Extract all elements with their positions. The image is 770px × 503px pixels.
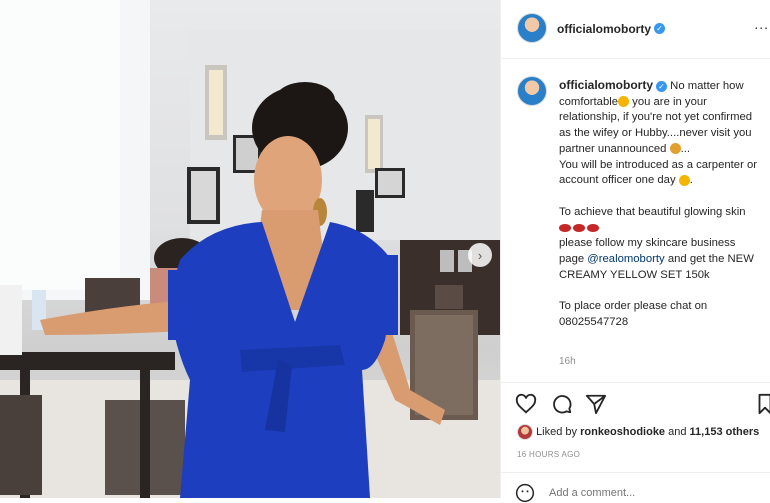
mention-link[interactable]: @realomoborty xyxy=(587,253,664,265)
post-time[interactable]: 16h xyxy=(559,356,576,367)
caption-text: officialomoborty ✓ No matter how comforta… xyxy=(559,78,759,331)
username[interactable]: officialomoborty xyxy=(557,22,651,36)
caption-line-3: ... xyxy=(680,142,690,155)
emoji-icon[interactable] xyxy=(515,483,535,503)
avatar[interactable] xyxy=(517,13,547,43)
caption-line-6: To achieve that beautiful glowing skin xyxy=(559,205,746,218)
likes-row: Liked by ronkeoshodioke and 11,153 other… xyxy=(517,424,759,440)
photo-illustration xyxy=(0,0,500,498)
chevron-right-icon: › xyxy=(477,247,483,263)
post-timestamp: 16 HOURS AGO xyxy=(517,450,581,459)
heart-icon[interactable] xyxy=(515,393,537,415)
next-photo-button[interactable]: › xyxy=(468,243,492,267)
liked-by-user[interactable]: ronkeoshodioke xyxy=(580,426,665,438)
post-header: officialomoborty ✓ ... xyxy=(501,0,770,59)
emoji-icon xyxy=(618,96,630,108)
bookmark-icon[interactable] xyxy=(757,393,770,415)
caption-line-4: You will be introduced as a carpenter or… xyxy=(559,158,758,187)
header-username-row: officialomoborty ✓ xyxy=(557,20,666,38)
comment-box xyxy=(501,472,770,503)
caption-line-5: . xyxy=(689,174,693,187)
caption-avatar[interactable] xyxy=(517,76,547,106)
more-options-button[interactable]: ... xyxy=(754,16,769,32)
liked-by-mid: and xyxy=(665,425,690,438)
caption-username[interactable]: officialomoborty xyxy=(559,78,653,92)
comment-input[interactable] xyxy=(549,487,749,499)
lips-icon xyxy=(573,223,585,232)
caption-line-8: To place order please chat on 0802554772… xyxy=(559,300,708,329)
liked-by-prefix: Liked by xyxy=(536,425,581,438)
lips-icon xyxy=(559,223,571,232)
verified-icon: ✓ xyxy=(656,80,668,92)
emoji-icon xyxy=(669,143,681,155)
action-bar xyxy=(501,382,770,427)
liker-avatar[interactable] xyxy=(517,424,533,440)
post-photo[interactable]: › xyxy=(0,0,500,498)
share-icon[interactable] xyxy=(585,393,607,415)
post-sidebar: officialomoborty ✓ ... officialomoborty ✓ … xyxy=(500,0,770,503)
emoji-icon xyxy=(678,174,690,186)
lips-icon xyxy=(587,223,599,232)
liked-by-count[interactable]: 11,153 others xyxy=(690,426,760,438)
verified-icon: ✓ xyxy=(654,23,666,35)
comment-icon[interactable] xyxy=(551,393,573,415)
